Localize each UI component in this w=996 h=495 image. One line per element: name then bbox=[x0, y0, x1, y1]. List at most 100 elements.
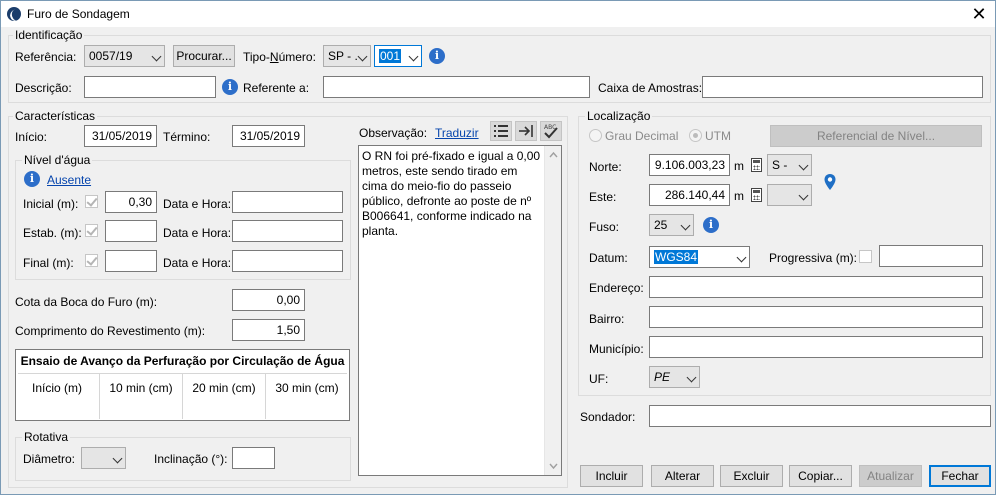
progressiva-input[interactable] bbox=[879, 245, 983, 267]
sondador-label: Sondador: bbox=[580, 410, 636, 424]
ensaio-col-inicio[interactable]: Início (m) bbox=[16, 381, 98, 395]
spellcheck-icon[interactable]: ABC bbox=[540, 121, 562, 141]
referencia-value: 0057/19 bbox=[89, 49, 133, 63]
chevron-down-icon bbox=[798, 160, 809, 171]
progressiva-label: Progressiva (m): bbox=[769, 251, 858, 265]
tipo-combo[interactable]: SP - . bbox=[323, 45, 371, 67]
numero-combo[interactable]: 001 bbox=[374, 45, 422, 67]
chevron-down-icon bbox=[736, 252, 747, 263]
tab-indent-icon[interactable] bbox=[515, 121, 537, 141]
close-icon[interactable]: ✕ bbox=[965, 1, 993, 27]
incluir-button[interactable]: Incluir bbox=[580, 465, 643, 487]
fechar-button[interactable]: Fechar bbox=[929, 465, 991, 487]
calculator-icon[interactable] bbox=[751, 158, 762, 172]
final-input[interactable] bbox=[105, 250, 157, 272]
hemisferio-value: S - bbox=[772, 158, 788, 172]
estab-input[interactable] bbox=[105, 220, 157, 242]
termino-label: Término: bbox=[163, 130, 211, 144]
este-label: Este: bbox=[589, 190, 617, 204]
chevron-down-icon[interactable] bbox=[545, 459, 562, 473]
uf-value: PE bbox=[654, 370, 671, 384]
uf-label: UF: bbox=[589, 372, 609, 386]
final-data-hora-label: Data e Hora: bbox=[163, 256, 232, 270]
referente-input[interactable] bbox=[323, 76, 590, 98]
inicio-input[interactable]: 31/05/2019 bbox=[84, 125, 157, 147]
bairro-input[interactable] bbox=[649, 306, 983, 328]
copiar-button[interactable]: Copiar... bbox=[789, 465, 852, 487]
termino-input[interactable]: 31/05/2019 bbox=[232, 125, 305, 147]
descricao-input[interactable] bbox=[84, 76, 216, 98]
info-icon[interactable]: i bbox=[703, 217, 719, 233]
nivel-agua-title: Nível d'água bbox=[22, 153, 93, 167]
caixa-amostras-label: Caixa de Amostras: bbox=[598, 81, 703, 95]
este-input[interactable]: 286.140,44 bbox=[649, 184, 730, 206]
chevron-down-icon bbox=[680, 220, 691, 231]
fuso-combo[interactable]: 25 bbox=[649, 214, 694, 236]
info-icon[interactable]: i bbox=[222, 79, 238, 95]
referencia-combo[interactable]: 0057/19 bbox=[84, 45, 165, 67]
identificacao-title: Identificação bbox=[13, 28, 85, 42]
final-data-hora-input[interactable] bbox=[232, 250, 343, 272]
tipo-numero-underline: N bbox=[269, 50, 279, 64]
inicial-checkbox[interactable] bbox=[85, 195, 98, 208]
cota-label: Cota da Boca do Furo (m): bbox=[15, 295, 158, 309]
comprimento-input[interactable]: 1,50 bbox=[232, 319, 305, 341]
cota-input[interactable]: 0,00 bbox=[232, 289, 305, 311]
tipo-numero-prefix: Tipo- bbox=[243, 50, 270, 64]
observacao-textarea[interactable]: O RN foi pré-fixado e igual a 0,00 metro… bbox=[358, 145, 562, 476]
caixa-amostras-input[interactable] bbox=[702, 76, 983, 98]
procurar-button[interactable]: Procurar... bbox=[173, 45, 235, 67]
referencial-nivel-button[interactable]: Referencial de Nível... bbox=[770, 125, 982, 147]
map-pin-icon[interactable] bbox=[823, 173, 837, 191]
comprimento-label: Comprimento do Revestimento (m): bbox=[15, 324, 206, 338]
tipo-numero-label: Tipo-Número: bbox=[243, 50, 316, 64]
norte-input[interactable]: 9.106.003,23 bbox=[649, 154, 730, 176]
estab-data-hora-label: Data e Hora: bbox=[163, 226, 232, 240]
ensaio-title: Ensaio de Avanço da Perfuração por Circu… bbox=[20, 354, 345, 368]
bairro-label: Bairro: bbox=[589, 312, 625, 326]
caracteristicas-title: Características bbox=[13, 109, 98, 123]
calculator-icon[interactable] bbox=[751, 188, 762, 202]
atualizar-button[interactable]: Atualizar bbox=[859, 465, 922, 487]
observacao-scrollbar[interactable] bbox=[544, 146, 561, 475]
observacao-label: Observação: bbox=[359, 126, 428, 140]
chevron-down-icon bbox=[798, 190, 809, 201]
grau-decimal-radio[interactable] bbox=[589, 129, 602, 142]
este-combo[interactable] bbox=[767, 184, 812, 206]
estab-checkbox[interactable] bbox=[85, 224, 98, 237]
diametro-label: Diâmetro: bbox=[23, 452, 76, 466]
ensaio-col-10min[interactable]: 10 min (cm) bbox=[100, 381, 182, 395]
chevron-down-icon bbox=[686, 372, 697, 383]
referente-label: Referente a: bbox=[243, 81, 310, 95]
list-format-icon[interactable] bbox=[490, 121, 512, 141]
utm-radio[interactable] bbox=[689, 129, 702, 142]
excluir-button[interactable]: Excluir bbox=[720, 465, 783, 487]
estab-data-hora-input[interactable] bbox=[232, 220, 343, 242]
hemisferio-combo[interactable]: S - bbox=[767, 154, 812, 176]
municipio-input[interactable] bbox=[649, 336, 983, 358]
inclinacao-input[interactable] bbox=[232, 447, 275, 469]
ensaio-col-20min[interactable]: 20 min (cm) bbox=[183, 381, 265, 395]
info-icon[interactable]: i bbox=[429, 48, 445, 64]
chevron-up-icon[interactable] bbox=[545, 148, 562, 162]
alterar-button[interactable]: Alterar bbox=[651, 465, 714, 487]
norte-label: Norte: bbox=[589, 160, 622, 174]
sondador-input[interactable] bbox=[649, 405, 991, 427]
window-title: Furo de Sondagem bbox=[27, 7, 130, 21]
grau-decimal-label: Grau Decimal bbox=[605, 129, 679, 143]
inicial-input[interactable]: 0,30 bbox=[105, 191, 157, 213]
traduzir-link[interactable]: Traduzir bbox=[435, 126, 479, 140]
tipo-value: SP - . bbox=[328, 49, 358, 63]
endereco-input[interactable] bbox=[649, 276, 983, 298]
progressiva-checkbox[interactable] bbox=[859, 250, 872, 263]
inicial-data-hora-input[interactable] bbox=[232, 191, 343, 213]
diametro-combo[interactable] bbox=[81, 447, 126, 469]
ensaio-col-30min[interactable]: 30 min (cm) bbox=[266, 381, 348, 395]
datum-combo[interactable]: WGS84 bbox=[649, 246, 750, 268]
datum-value: WGS84 bbox=[654, 250, 699, 264]
ausente-link[interactable]: Ausente bbox=[47, 173, 91, 187]
localizacao-title: Localização bbox=[585, 109, 653, 123]
uf-combo[interactable]: PE bbox=[649, 366, 700, 388]
final-checkbox[interactable] bbox=[85, 254, 98, 267]
final-label: Final (m): bbox=[23, 256, 74, 270]
